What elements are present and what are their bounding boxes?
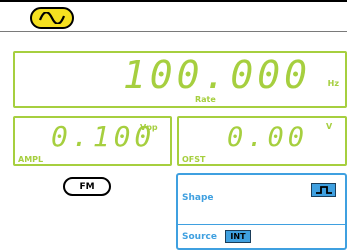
ampl-unit: Vpp [140, 123, 158, 132]
rate-display-panel[interactable]: 100.000 Hz Rate [13, 51, 347, 108]
ofst-value: 0.00 [227, 122, 309, 153]
shape-label: Shape [182, 193, 214, 203]
ampl-label: AMPL [18, 155, 44, 164]
ofst-label: OFST [182, 155, 206, 164]
ofst-display-panel[interactable]: 0.00 V OFST [177, 116, 347, 166]
waveform-selector-button[interactable] [30, 7, 74, 29]
top-border [0, 0, 347, 2]
source-value-button[interactable]: INT [225, 230, 251, 243]
ampl-display-panel[interactable]: 0.100 Vpp AMPL [13, 116, 172, 166]
fm-mode-button[interactable]: FM [63, 177, 111, 196]
rate-label: Rate [195, 95, 216, 104]
shape-row[interactable]: Shape [178, 175, 345, 225]
header-divider [0, 31, 347, 32]
ofst-unit: V [326, 122, 333, 131]
source-label: Source [182, 232, 217, 242]
rate-value: 100.000 [122, 53, 311, 97]
rate-unit: Hz [327, 79, 339, 88]
source-row[interactable]: Source INT [178, 225, 345, 250]
square-wave-icon [315, 186, 332, 194]
sine-wave-icon [39, 12, 65, 24]
fm-settings-panel: Shape Source INT [176, 173, 347, 250]
shape-button[interactable] [311, 183, 336, 197]
